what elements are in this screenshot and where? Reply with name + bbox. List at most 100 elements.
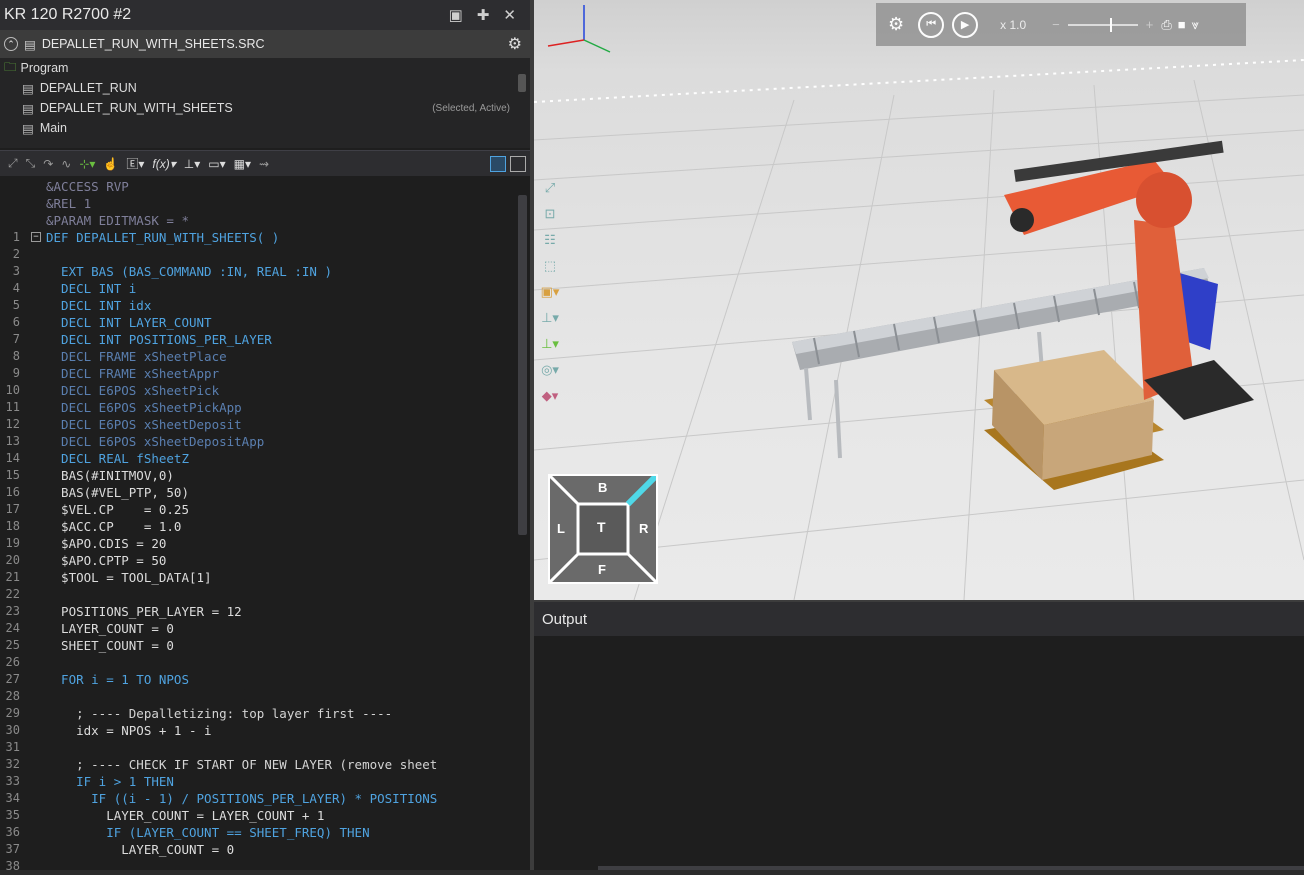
view-cube-left[interactable]: L: [557, 521, 565, 536]
code-line[interactable]: 10 DECL E6POS xSheetPick: [0, 382, 515, 399]
tree-item-depallet-run-with-sheets[interactable]: ▤ DEPALLET_RUN_WITH_SHEETS (Selected, Ac…: [22, 98, 510, 118]
tree-scrollbar[interactable]: [518, 74, 526, 92]
code-line[interactable]: 38: [0, 858, 515, 875]
code-line[interactable]: 12 DECL E6POS xSheetDeposit: [0, 416, 515, 433]
pdf-export-icon[interactable]: ⎙: [1161, 17, 1171, 33]
split-view-icon[interactable]: [490, 155, 506, 172]
code-line[interactable]: 35 LAYER_COUNT = LAYER_COUNT + 1: [0, 807, 515, 824]
axes-icon[interactable]: ⊥▾: [540, 336, 560, 354]
frames-icon[interactable]: ⊥▾: [540, 310, 560, 328]
code-line[interactable]: 33 IF i > 1 THEN: [0, 773, 515, 790]
render-mode-icon[interactable]: ▣▾: [540, 284, 560, 302]
code-line[interactable]: 34 IF ((i - 1) / POSITIONS_PER_LAYER) * …: [0, 790, 515, 807]
single-view-icon[interactable]: [510, 155, 526, 172]
box-view-icon[interactable]: ⬚: [540, 258, 560, 276]
touch-icon[interactable]: ☝: [103, 157, 118, 171]
code-editor[interactable]: &ACCESS RVP &REL 1 &PARAM EDITMASK = * 1− DE…: [0, 177, 530, 873]
close-icon[interactable]: ✕: [503, 6, 516, 24]
code-line[interactable]: 9 DECL FRAME xSheetAppr: [0, 365, 515, 382]
code-line[interactable]: 14 DECL REAL fSheetZ: [0, 450, 515, 467]
tree-root-program[interactable]: 🗀 Program: [4, 58, 68, 78]
linear-move-icon[interactable]: ⤢: [8, 156, 18, 171]
3d-viewport[interactable]: ⤢ ⊡ ☷ ⬚ ▣▾ ⊥▾ ⊥▾ ◎▾ ◆▾ T B F L R ⚙ ⏮ ▶ x…: [534, 0, 1304, 600]
fit-view-icon[interactable]: ⤢: [540, 180, 560, 198]
code-line[interactable]: 15 BAS(#INITMOV,0): [0, 467, 515, 484]
code-line[interactable]: 26: [0, 654, 515, 671]
code-text: LAYER_COUNT = 0: [46, 842, 235, 857]
io-menu-icon[interactable]: ▭▾: [208, 157, 225, 171]
line-number: 9: [12, 366, 20, 380]
code-line[interactable]: 18 $ACC.CP = 1.0: [0, 518, 515, 535]
video-record-icon[interactable]: ■: [1178, 17, 1186, 32]
tree-item-main[interactable]: ▤ Main: [22, 118, 67, 138]
play-button[interactable]: ▶: [952, 11, 979, 38]
code-line[interactable]: &REL 1: [0, 195, 515, 212]
settings-gear-icon[interactable]: ⚙: [888, 14, 904, 35]
code-line[interactable]: 21 $TOOL = TOOL_DATA[1]: [0, 569, 515, 586]
code-line[interactable]: 5 DECL INT idx: [0, 297, 515, 314]
settings-gear-icon[interactable]: ⚙: [508, 34, 522, 54]
variables-menu-icon[interactable]: ▦▾: [234, 157, 251, 171]
color-cube-icon[interactable]: ◆▾: [540, 388, 560, 406]
layout-icon[interactable]: ☷: [540, 232, 560, 250]
code-line[interactable]: 17 $VEL.CP = 0.25: [0, 501, 515, 518]
code-line[interactable]: 25 SHEET_COUNT = 0: [0, 637, 515, 654]
code-line[interactable]: 36 IF (LAYER_COUNT == SHEET_FREQ) THEN: [0, 824, 515, 841]
collapse-icon[interactable]: ⌃: [4, 37, 18, 51]
view-cube-top[interactable]: T: [597, 519, 606, 535]
pin-window-icon[interactable]: ▣: [449, 6, 463, 24]
editor-scrollbar[interactable]: [518, 195, 527, 535]
code-line[interactable]: 23 POSITIONS_PER_LAYER = 12: [0, 603, 515, 620]
code-line[interactable]: 19 $APO.CDIS = 20: [0, 535, 515, 552]
rewind-button[interactable]: ⏮: [918, 11, 945, 38]
code-line[interactable]: 20 $APO.CPTP = 50: [0, 552, 515, 569]
circular-move-icon[interactable]: ↷: [43, 157, 53, 171]
code-line[interactable]: 3 EXT BAS (BAS_COMMAND :IN, REAL :IN ): [0, 263, 515, 280]
code-line[interactable]: 27 FOR i = 1 TO NPOS: [0, 671, 515, 688]
code-line[interactable]: 1 − DEF DEPALLET_RUN_WITH_SHEETS( ): [0, 229, 515, 246]
speed-plus-icon[interactable]: +: [1146, 17, 1154, 32]
code-line[interactable]: 37 LAYER_COUNT = 0: [0, 841, 515, 858]
fold-toggle-icon[interactable]: −: [31, 232, 41, 242]
file-tab[interactable]: DEPALLET_RUN_WITH_SHEETS.SRC: [42, 37, 265, 51]
code-line[interactable]: 7 DECL INT POSITIONS_PER_LAYER: [0, 331, 515, 348]
code-line[interactable]: 30 idx = NPOS + 1 - i: [0, 722, 515, 739]
code-line[interactable]: &PARAM EDITMASK = *: [0, 212, 515, 229]
code-line[interactable]: 6 DECL INT LAYER_COUNT: [0, 314, 515, 331]
view-cube-back[interactable]: B: [598, 480, 607, 495]
code-line[interactable]: 24 LAYER_COUNT = 0: [0, 620, 515, 637]
code-line[interactable]: &ACCESS RVP: [0, 178, 515, 195]
frame-menu-icon[interactable]: ⊥▾: [184, 157, 200, 171]
ptp-move-icon[interactable]: ⤡: [26, 156, 36, 171]
statement-menu-icon[interactable]: 🄴▾: [126, 155, 144, 172]
view-cube-front[interactable]: F: [598, 562, 606, 577]
speed-minus-icon[interactable]: −: [1052, 17, 1060, 32]
zoom-extents-icon[interactable]: ⊡: [540, 206, 560, 224]
speed-slider[interactable]: [1067, 17, 1138, 32]
code-line[interactable]: 13 DECL E6POS xSheetDepositApp: [0, 433, 515, 450]
function-menu-icon[interactable]: f(x)▾: [152, 157, 175, 171]
pin-icon[interactable]: ✚: [477, 6, 490, 24]
code-line[interactable]: 32 ; ---- CHECK IF START OF NEW LAYER (r…: [0, 756, 515, 773]
output-scrollbar[interactable]: [598, 866, 1304, 870]
speed-slider-handle[interactable]: [1109, 17, 1112, 32]
snap-icon[interactable]: ◎▾: [540, 362, 560, 380]
code-line[interactable]: 11 DECL E6POS xSheetPickApp: [0, 399, 515, 416]
point-menu-icon[interactable]: ⊹▾: [79, 157, 95, 171]
call-icon[interactable]: ⇝: [259, 157, 269, 171]
code-line[interactable]: 31: [0, 739, 515, 756]
code-line[interactable]: 8 DECL FRAME xSheetPlace: [0, 348, 515, 365]
tree-root-label: Program: [20, 61, 69, 75]
tree-item-depallet-run[interactable]: ▤ DEPALLET_RUN: [22, 78, 512, 98]
view-cube[interactable]: T B F L R: [548, 474, 658, 584]
code-line[interactable]: 28: [0, 688, 515, 705]
code-line[interactable]: 29 ; ---- Depalletizing: top layer first…: [0, 705, 515, 722]
code-line[interactable]: 22: [0, 586, 515, 603]
code-line[interactable]: 16 BAS(#VEL_PTP, 50): [0, 484, 515, 501]
code-line[interactable]: 2: [0, 246, 515, 263]
view-cube-right[interactable]: R: [639, 521, 648, 536]
line-number: 29: [5, 706, 20, 720]
code-line[interactable]: 4 DECL INT i: [0, 280, 515, 297]
vr-icon[interactable]: ⩔: [1192, 17, 1199, 33]
spline-move-icon[interactable]: ∿: [61, 157, 71, 171]
